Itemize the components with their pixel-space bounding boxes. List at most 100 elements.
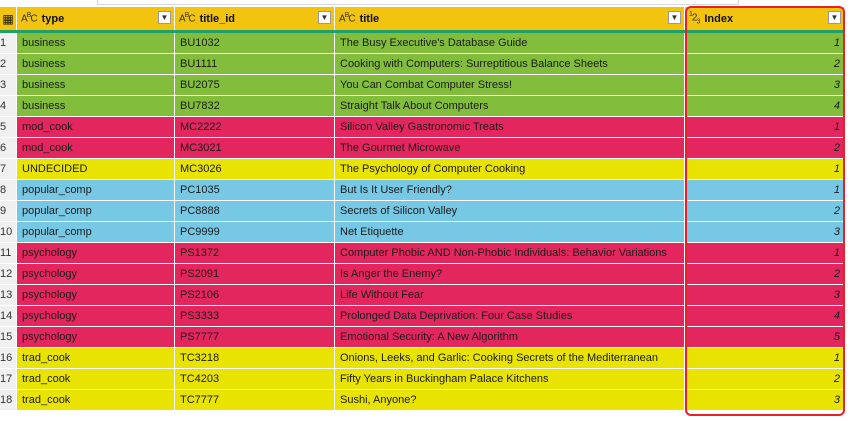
table-row[interactable]: 16 trad_cook TC3218 Onions, Leeks, and Garl… bbox=[0, 348, 845, 369]
cell-title-id[interactable]: BU1111 bbox=[175, 54, 335, 74]
cell-index[interactable]: 2 bbox=[685, 54, 845, 74]
row-number[interactable]: 15 bbox=[0, 327, 17, 347]
row-number[interactable]: 3 bbox=[0, 75, 17, 95]
column-header-title[interactable]: ABC title ▼ bbox=[335, 7, 685, 30]
cell-title[interactable]: Cooking with Computers: Surreptitious Ba… bbox=[335, 54, 685, 74]
cell-title-id[interactable]: PC1035 bbox=[175, 180, 335, 200]
row-number[interactable]: 10 bbox=[0, 222, 17, 242]
table-row[interactable]: 11 psychology PS1372 Computer Phobic AND No… bbox=[0, 243, 845, 264]
cell-index[interactable]: 2 bbox=[685, 201, 845, 221]
table-row[interactable]: 1 business BU1032 The Busy Executive's Data… bbox=[0, 33, 845, 54]
table-row[interactable]: 18 trad_cook TC7777 Sushi, Anyone? 3 bbox=[0, 390, 845, 411]
table-row[interactable]: 3 business BU2075 You Can Combat Computer S… bbox=[0, 75, 845, 96]
row-number[interactable]: 1 bbox=[0, 33, 17, 53]
cell-title-id[interactable]: MC2222 bbox=[175, 117, 335, 137]
cell-type[interactable]: trad_cook bbox=[17, 390, 175, 410]
cell-index[interactable]: 3 bbox=[685, 222, 845, 242]
cell-type[interactable]: business bbox=[17, 54, 175, 74]
cell-title-id[interactable]: PS7777 bbox=[175, 327, 335, 347]
table-row[interactable]: 10 popular_comp PC9999 Net Etiquette 3 bbox=[0, 222, 845, 243]
cell-title-id[interactable]: PS3333 bbox=[175, 306, 335, 326]
table-row[interactable]: 8 popular_comp PC1035 But Is It User Friend… bbox=[0, 180, 845, 201]
column-header-title-id[interactable]: ABC title_id ▼ bbox=[175, 7, 335, 30]
cell-title[interactable]: Straight Talk About Computers bbox=[335, 96, 685, 116]
cell-index[interactable]: 1 bbox=[685, 159, 845, 179]
cell-type[interactable]: popular_comp bbox=[17, 201, 175, 221]
row-number[interactable]: 9 bbox=[0, 201, 17, 221]
cell-title[interactable]: Prolonged Data Deprivation: Four Case St… bbox=[335, 306, 685, 326]
table-row[interactable]: 13 psychology PS2106 Life Without Fear 3 bbox=[0, 285, 845, 306]
cell-title[interactable]: Silicon Valley Gastronomic Treats bbox=[335, 117, 685, 137]
cell-title-id[interactable]: MC3026 bbox=[175, 159, 335, 179]
cell-type[interactable]: trad_cook bbox=[17, 369, 175, 389]
column-header-type[interactable]: ABC type ▼ bbox=[17, 7, 175, 30]
cell-title[interactable]: Is Anger the Enemy? bbox=[335, 264, 685, 284]
cell-type[interactable]: psychology bbox=[17, 327, 175, 347]
cell-title[interactable]: Secrets of Silicon Valley bbox=[335, 201, 685, 221]
cell-type[interactable]: psychology bbox=[17, 264, 175, 284]
cell-index[interactable]: 1 bbox=[685, 117, 845, 137]
cell-title[interactable]: You Can Combat Computer Stress! bbox=[335, 75, 685, 95]
cell-title-id[interactable]: MC3021 bbox=[175, 138, 335, 158]
table-row[interactable]: 15 psychology PS7777 Emotional Security: A … bbox=[0, 327, 845, 348]
row-number[interactable]: 16 bbox=[0, 348, 17, 368]
column-header-index[interactable]: 123 Index ▼ bbox=[685, 7, 845, 30]
cell-index[interactable]: 1 bbox=[685, 180, 845, 200]
cell-title-id[interactable]: TC7777 bbox=[175, 390, 335, 410]
row-number[interactable]: 18 bbox=[0, 390, 17, 410]
cell-type[interactable]: popular_comp bbox=[17, 222, 175, 242]
table-row[interactable]: 9 popular_comp PC8888 Secrets of Silicon Va… bbox=[0, 201, 845, 222]
row-number[interactable]: 5 bbox=[0, 117, 17, 137]
row-number[interactable]: 4 bbox=[0, 96, 17, 116]
cell-title[interactable]: The Busy Executive's Database Guide bbox=[335, 33, 685, 53]
cell-type[interactable]: business bbox=[17, 33, 175, 53]
cell-index[interactable]: 2 bbox=[685, 264, 845, 284]
table-row[interactable]: 14 psychology PS3333 Prolonged Data Depriva… bbox=[0, 306, 845, 327]
cell-title-id[interactable]: PC8888 bbox=[175, 201, 335, 221]
cell-type[interactable]: psychology bbox=[17, 306, 175, 326]
cell-title-id[interactable]: BU7832 bbox=[175, 96, 335, 116]
cell-index[interactable]: 1 bbox=[685, 348, 845, 368]
row-number[interactable]: 6 bbox=[0, 138, 17, 158]
cell-title[interactable]: Sushi, Anyone? bbox=[335, 390, 685, 410]
cell-index[interactable]: 3 bbox=[685, 390, 845, 410]
cell-index[interactable]: 5 bbox=[685, 327, 845, 347]
row-number[interactable]: 12 bbox=[0, 264, 17, 284]
cell-title[interactable]: But Is It User Friendly? bbox=[335, 180, 685, 200]
table-row[interactable]: 17 trad_cook TC4203 Fifty Years in Buckingh… bbox=[0, 369, 845, 390]
cell-index[interactable]: 1 bbox=[685, 243, 845, 263]
row-number[interactable]: 8 bbox=[0, 180, 17, 200]
row-number[interactable]: 7 bbox=[0, 159, 17, 179]
cell-title-id[interactable]: PS2106 bbox=[175, 285, 335, 305]
table-row[interactable]: 2 business BU1111 Cooking with Computers: S… bbox=[0, 54, 845, 75]
cell-index[interactable]: 2 bbox=[685, 138, 845, 158]
cell-title-id[interactable]: TC4203 bbox=[175, 369, 335, 389]
cell-index[interactable]: 4 bbox=[685, 96, 845, 116]
cell-title[interactable]: Onions, Leeks, and Garlic: Cooking Secre… bbox=[335, 348, 685, 368]
cell-type[interactable]: mod_cook bbox=[17, 138, 175, 158]
cell-title[interactable]: Life Without Fear bbox=[335, 285, 685, 305]
table-row[interactable]: 7 UNDECIDED MC3026 The Psychology of Comput… bbox=[0, 159, 845, 180]
row-number[interactable]: 14 bbox=[0, 306, 17, 326]
table-menu-icon[interactable]: ▦ bbox=[2, 12, 13, 26]
cell-title[interactable]: Emotional Security: A New Algorithm bbox=[335, 327, 685, 347]
cell-title-id[interactable]: BU2075 bbox=[175, 75, 335, 95]
cell-title-id[interactable]: PC9999 bbox=[175, 222, 335, 242]
cell-title-id[interactable]: TC3218 bbox=[175, 348, 335, 368]
filter-dropdown-icon[interactable]: ▼ bbox=[158, 11, 171, 24]
cell-title[interactable]: Computer Phobic AND Non-Phobic Individua… bbox=[335, 243, 685, 263]
filter-dropdown-icon[interactable]: ▼ bbox=[828, 11, 841, 24]
cell-index[interactable]: 4 bbox=[685, 306, 845, 326]
cell-type[interactable]: psychology bbox=[17, 243, 175, 263]
cell-title[interactable]: Fifty Years in Buckingham Palace Kitchen… bbox=[335, 369, 685, 389]
filter-dropdown-icon[interactable]: ▼ bbox=[318, 11, 331, 24]
row-number[interactable]: 13 bbox=[0, 285, 17, 305]
cell-title-id[interactable]: PS2091 bbox=[175, 264, 335, 284]
cell-type[interactable]: UNDECIDED bbox=[17, 159, 175, 179]
cell-index[interactable]: 2 bbox=[685, 369, 845, 389]
cell-index[interactable]: 3 bbox=[685, 285, 845, 305]
cell-title[interactable]: Net Etiquette bbox=[335, 222, 685, 242]
cell-type[interactable]: business bbox=[17, 96, 175, 116]
cell-type[interactable]: mod_cook bbox=[17, 117, 175, 137]
row-selector-icon[interactable]: ▦ bbox=[0, 7, 17, 30]
